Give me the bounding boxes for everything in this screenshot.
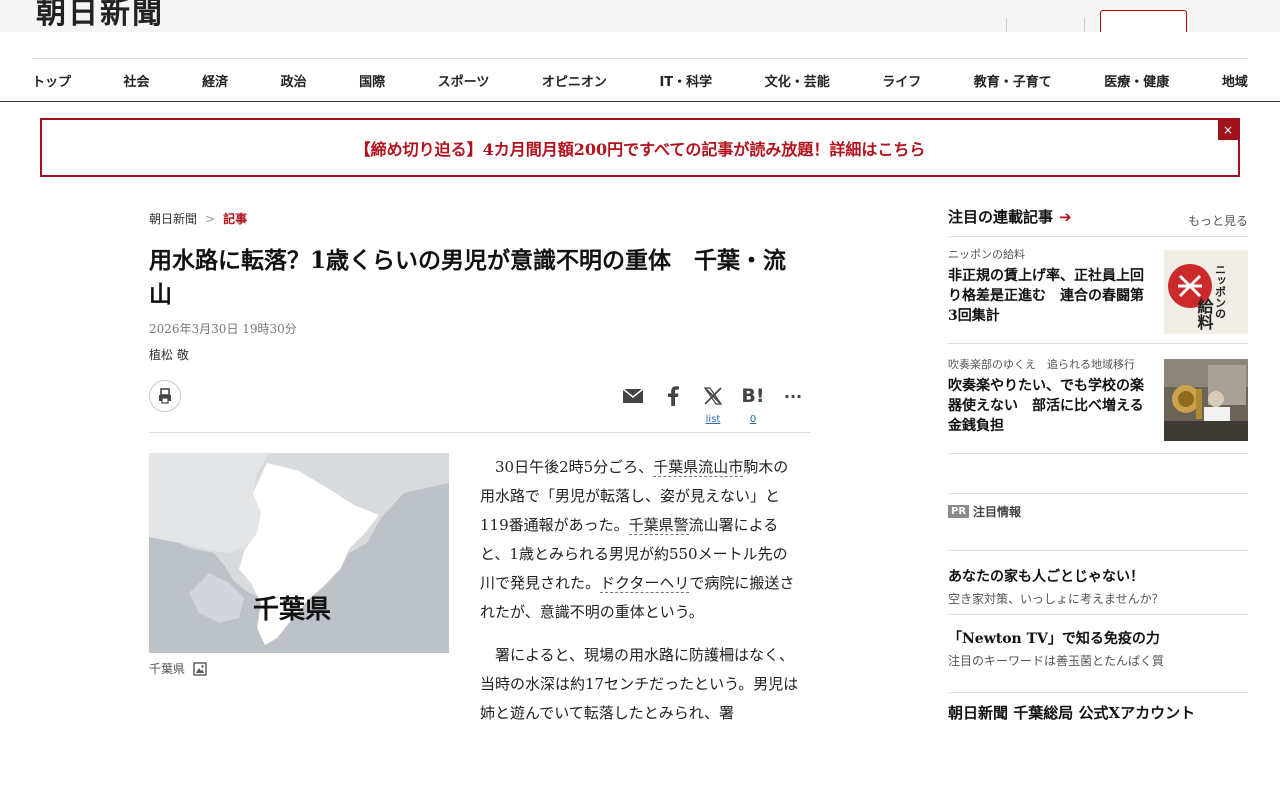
x-share-count[interactable]: list bbox=[698, 414, 728, 425]
nav-item[interactable]: 経済 bbox=[202, 71, 228, 90]
sidebar-title-text: 注目の連載記事 bbox=[948, 208, 1054, 226]
sidebar-header: 注目の連載記事 ➔ もっと見る bbox=[948, 206, 1248, 237]
x-icon bbox=[703, 387, 723, 405]
see-more-link[interactable]: もっと見る bbox=[1188, 212, 1248, 229]
pr-item[interactable]: あなたの家も人ごとじゃない！ 空き家対策、いっしょに考えませんか？ bbox=[948, 566, 1248, 607]
header-divider bbox=[1084, 18, 1085, 32]
top-bar: 朝日新聞 bbox=[0, 0, 1280, 32]
promo-banner[interactable]: 【締め切り迫る】4カ月間月額200円ですべての記事が読み放題！詳細はこちら × bbox=[40, 118, 1240, 177]
nav-item[interactable]: 教育・子育て bbox=[974, 71, 1052, 90]
image-gallery-icon[interactable] bbox=[193, 661, 207, 676]
divider bbox=[948, 692, 1248, 693]
breadcrumb-home[interactable]: 朝日新聞 bbox=[149, 210, 197, 227]
x-share-button[interactable] bbox=[701, 384, 725, 408]
print-button[interactable] bbox=[149, 380, 181, 412]
breadcrumb: 朝日新聞 > 記事 bbox=[149, 210, 247, 227]
site-logo[interactable]: 朝日新聞 bbox=[36, 0, 164, 32]
pr-item-title[interactable]: あなたの家も人ごとじゃない！ bbox=[948, 566, 1248, 586]
map-caption-text: 千葉県 bbox=[149, 662, 186, 676]
pr-item-subtitle: 空き家対策、いっしょに考えませんか？ bbox=[948, 592, 1164, 606]
article-tools: list B! 0 ··· bbox=[149, 376, 810, 433]
pr-item-title[interactable]: 「Newton TV」で知る免疫の力 bbox=[948, 628, 1248, 648]
pr-title: 注目情報 bbox=[973, 505, 1022, 519]
sidebar-article-thumbnail[interactable] bbox=[1164, 359, 1248, 441]
sidebar-article-title[interactable]: 吹奏楽やりたい、でも学校の楽器使えない 部活に比べ増える金銭負担 bbox=[948, 376, 1153, 436]
thumb-text-2: 給料 bbox=[1195, 297, 1214, 331]
facebook-share-button[interactable] bbox=[661, 384, 685, 408]
link-chiba-police[interactable]: 千葉県警 bbox=[628, 516, 689, 535]
pr-header: PR 注目情報 bbox=[948, 503, 1021, 520]
sidebar-article[interactable]: 吹奏楽部のゆくえ 追られる地域移行 吹奏楽やりたい、でも学校の楽器使えない 部活… bbox=[948, 356, 1248, 454]
header-divider bbox=[1006, 18, 1007, 32]
article-body: 30日午後2時5分ごろ、千葉県流山市駒木の用水路で「男児が転落し、姿が見えない」… bbox=[480, 453, 802, 742]
nav-item[interactable]: 政治 bbox=[281, 71, 307, 90]
divider bbox=[948, 614, 1248, 615]
pr-item[interactable]: 「Newton TV」で知る免疫の力 注目のキーワードは善玉菌とたんぱく質 bbox=[948, 628, 1248, 669]
arrow-right-icon: ➔ bbox=[1059, 207, 1072, 226]
hatena-icon: B! bbox=[741, 385, 765, 407]
article-paragraph: 30日午後2時5分ごろ、千葉県流山市駒木の用水路で「男児が転落し、姿が見えない」… bbox=[480, 453, 802, 627]
link-doctor-heli[interactable]: ドクターヘリ bbox=[600, 574, 690, 593]
nav-item[interactable]: トップ bbox=[32, 71, 71, 90]
nav-item[interactable]: 社会 bbox=[124, 71, 150, 90]
sidebar-article[interactable]: ニッポンの給料 非正規の賃上げ率、正社員上回り格差是正進む 連合の春闘第3回集計… bbox=[948, 246, 1248, 344]
mail-share-button[interactable] bbox=[621, 384, 645, 408]
global-nav: トップ 社会 経済 政治 国際 スポーツ オピニオン IT・科学 文化・芸能 ライフ 教育・子育て 医… bbox=[32, 58, 1248, 102]
nav-item[interactable]: 国際 bbox=[359, 71, 385, 90]
nav-item[interactable]: 地域 bbox=[1222, 71, 1248, 90]
salary-thumbnail-graphic: ニッポンの 給料 bbox=[1164, 250, 1248, 334]
link-nagareyama[interactable]: 千葉県流山市 bbox=[653, 458, 744, 477]
nav-rule bbox=[0, 101, 1280, 102]
breadcrumb-current[interactable]: 記事 bbox=[223, 210, 247, 227]
more-icon: ··· bbox=[783, 386, 803, 406]
map-label: 千葉県 bbox=[253, 595, 332, 625]
facebook-icon bbox=[668, 386, 679, 406]
article-headline: 用水路に転落？1歳くらいの男児が意識不明の重体 千葉・流山 bbox=[149, 247, 787, 308]
map-image[interactable]: 千葉県 bbox=[149, 453, 449, 653]
nav-item[interactable]: ライフ bbox=[882, 71, 921, 90]
article-author[interactable]: 植松 敬 bbox=[149, 346, 189, 363]
article-date: 2026年3月30日 19時30分 bbox=[149, 322, 297, 336]
nav-item[interactable]: スポーツ bbox=[438, 71, 490, 90]
header-subscribe-button[interactable] bbox=[1100, 10, 1187, 32]
map-caption: 千葉県 bbox=[149, 660, 207, 677]
nav-item[interactable]: 文化・芸能 bbox=[765, 71, 830, 90]
sidebar-article-title[interactable]: 非正規の賃上げ率、正社員上回り格差是正進む 連合の春闘第3回集計 bbox=[948, 266, 1153, 326]
article-paragraph: 署によると、現場の用水路に防護柵はなく、当時の水深は約17センチだったという。男… bbox=[480, 646, 799, 722]
more-share-button[interactable]: ··· bbox=[781, 384, 805, 408]
nav-item[interactable]: 医療・健康 bbox=[1104, 71, 1169, 90]
pr-badge: PR bbox=[948, 505, 970, 518]
promo-text[interactable]: 【締め切り迫る】4カ月間月額200円ですべての記事が読み放題！詳細はこちら bbox=[355, 136, 926, 160]
brass-band-thumbnail-graphic bbox=[1164, 359, 1248, 441]
thumb-text-1: ニッポンの bbox=[1214, 264, 1227, 319]
promo-close-button[interactable]: × bbox=[1218, 120, 1238, 140]
pr-item-subtitle: 注目のキーワードは善玉菌とたんぱく質 bbox=[948, 654, 1165, 668]
mail-icon bbox=[622, 388, 644, 403]
breadcrumb-separator: > bbox=[205, 211, 216, 226]
nav-item[interactable]: オピニオン bbox=[542, 71, 607, 90]
paragraph-text: 30日午後2時5分ごろ、 bbox=[495, 458, 654, 476]
nav-list: トップ 社会 経済 政治 国際 スポーツ オピニオン IT・科学 文化・芸能 ライフ 教育・子育て 医… bbox=[32, 59, 1248, 102]
pr-section-header: PR 注目情報 bbox=[948, 493, 1248, 551]
nav-item[interactable]: IT・科学 bbox=[659, 71, 712, 90]
hatena-count[interactable]: 0 bbox=[738, 414, 768, 425]
hatena-bookmark-button[interactable]: B! bbox=[741, 384, 765, 408]
print-icon bbox=[159, 388, 171, 404]
official-x-account-link[interactable]: 朝日新聞 千葉総局 公式Xアカウント bbox=[948, 702, 1195, 723]
sidebar-article-thumbnail[interactable]: ニッポンの 給料 bbox=[1164, 250, 1248, 334]
